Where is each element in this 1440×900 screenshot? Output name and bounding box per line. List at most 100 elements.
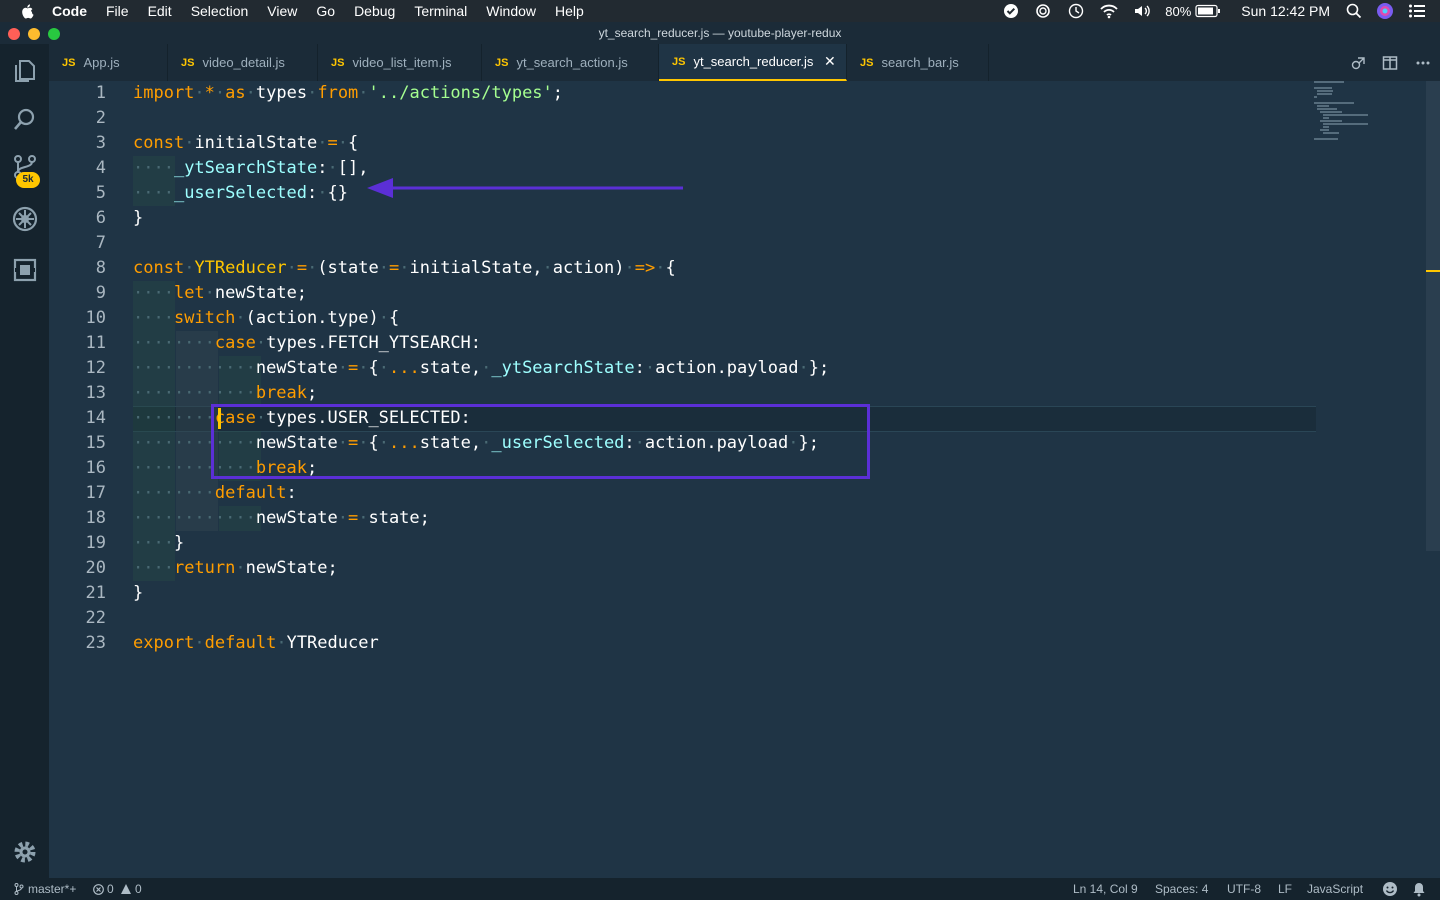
tab-yt-search-reducer-js[interactable]: JS yt_search_reducer.js ✕ bbox=[659, 44, 847, 81]
menu-selection[interactable]: Selection bbox=[191, 0, 249, 22]
explorer-files-icon[interactable] bbox=[12, 58, 38, 84]
language-mode[interactable]: JavaScript bbox=[1307, 878, 1363, 900]
cloud-icon[interactable] bbox=[1033, 3, 1053, 19]
menu-debug[interactable]: Debug bbox=[354, 0, 395, 22]
tab-yt-search-action-js[interactable]: JS yt_search_action.js bbox=[482, 44, 659, 81]
code-editor[interactable]: 1 2 3 4 5 6 7 8 9 10 11 12 13 14 15 16 1… bbox=[49, 81, 1440, 878]
activity-bar: 5k bbox=[0, 44, 49, 878]
split-editor-icon[interactable] bbox=[1382, 55, 1398, 71]
battery-icon[interactable] bbox=[1195, 4, 1221, 18]
extensions-icon[interactable] bbox=[12, 257, 38, 283]
git-branch[interactable]: master*+ bbox=[28, 878, 76, 900]
open-changes-icon[interactable] bbox=[1350, 55, 1366, 71]
tab-label: video_list_item.js bbox=[352, 55, 452, 70]
line-number: 12 bbox=[85, 358, 106, 378]
code-line[interactable]: ············newState·=·state; bbox=[133, 506, 430, 531]
tab-label: yt_search_action.js bbox=[516, 55, 628, 70]
tab-label: yt_search_reducer.js bbox=[693, 54, 814, 69]
code-line[interactable]: ········default: bbox=[133, 481, 297, 506]
menu-view[interactable]: View bbox=[267, 0, 297, 22]
line-number: 9 bbox=[95, 283, 106, 303]
indentation-setting[interactable]: Spaces: 4 bbox=[1155, 878, 1208, 900]
code-line[interactable]: ····return·newState; bbox=[133, 556, 338, 581]
code-line[interactable]: export·default·YTReducer bbox=[133, 631, 379, 656]
code-line[interactable]: ····_userSelected:·{} bbox=[133, 181, 348, 206]
line-number: 1 bbox=[95, 83, 106, 103]
line-number: 10 bbox=[85, 308, 106, 328]
debug-icon[interactable] bbox=[12, 206, 38, 232]
line-number: 11 bbox=[85, 333, 106, 353]
code-line[interactable]: ············newState·=·{·...state,·_ytSe… bbox=[133, 356, 829, 381]
apple-icon[interactable] bbox=[20, 3, 36, 19]
close-window-button[interactable] bbox=[8, 28, 20, 40]
end-of-line[interactable]: LF bbox=[1278, 878, 1292, 900]
js-file-icon: JS bbox=[860, 56, 874, 69]
volume-icon[interactable] bbox=[1133, 3, 1151, 19]
line-number: 14 bbox=[85, 408, 106, 428]
line-number: 4 bbox=[95, 158, 106, 178]
menu-go[interactable]: Go bbox=[316, 0, 335, 22]
more-actions-icon[interactable] bbox=[1415, 55, 1431, 71]
code-line[interactable]: } bbox=[133, 206, 143, 231]
tab-app-js[interactable]: JS App.js bbox=[49, 44, 168, 81]
tab-label: App.js bbox=[83, 55, 120, 70]
feedback-smiley-icon[interactable] bbox=[1382, 881, 1398, 897]
js-file-icon: JS bbox=[181, 56, 195, 69]
check-circle-icon[interactable] bbox=[1003, 3, 1019, 19]
annotation-highlight-box bbox=[211, 404, 870, 479]
menu-file[interactable]: File bbox=[106, 0, 129, 22]
code-line[interactable]: const·YTReducer·=·(state·=·initialState,… bbox=[133, 256, 676, 281]
menu-window[interactable]: Window bbox=[486, 0, 536, 22]
time-machine-icon[interactable] bbox=[1067, 3, 1085, 19]
code-line[interactable]: ········case·types.FETCH_YTSEARCH: bbox=[133, 331, 481, 356]
status-bar: master*+ 0 0 Ln 14, Col 9 Spaces: 4 UTF-… bbox=[0, 878, 1440, 900]
js-file-icon: JS bbox=[495, 56, 509, 69]
error-icon[interactable] bbox=[93, 884, 104, 895]
minimize-window-button[interactable] bbox=[28, 28, 40, 40]
tab-video-list-item-js[interactable]: JS video_list_item.js bbox=[318, 44, 482, 81]
siri-icon[interactable] bbox=[1376, 2, 1394, 20]
warning-count[interactable]: 0 bbox=[135, 878, 142, 900]
warning-icon[interactable] bbox=[120, 883, 132, 895]
code-line[interactable]: ····} bbox=[133, 531, 184, 556]
zoom-window-button[interactable] bbox=[48, 28, 60, 40]
menu-help[interactable]: Help bbox=[555, 0, 584, 22]
menu-code[interactable]: Code bbox=[52, 0, 87, 22]
annotation-arrow bbox=[367, 178, 683, 198]
menu-edit[interactable]: Edit bbox=[148, 0, 172, 22]
notifications-bell-icon[interactable] bbox=[1411, 881, 1427, 897]
settings-gear-icon[interactable] bbox=[12, 839, 38, 865]
menubar-clock[interactable]: Sun 12:42 PM bbox=[1241, 3, 1330, 19]
line-number: 7 bbox=[95, 233, 106, 253]
battery-percent: 80% bbox=[1165, 3, 1192, 19]
wifi-icon[interactable] bbox=[1099, 3, 1119, 19]
editor-scrollbar[interactable] bbox=[1426, 81, 1440, 551]
git-branch-icon[interactable] bbox=[14, 883, 24, 895]
window-title: yt_search_reducer.js — youtube-player-re… bbox=[598, 26, 842, 40]
cursor-position[interactable]: Ln 14, Col 9 bbox=[1073, 878, 1138, 900]
code-line[interactable]: import·*·as·types·from·'../actions/types… bbox=[133, 81, 563, 106]
tab-video-detail-js[interactable]: JS video_detail.js bbox=[168, 44, 318, 81]
line-number: 16 bbox=[85, 458, 106, 478]
code-line[interactable]: ····let·newState; bbox=[133, 281, 307, 306]
line-number: 18 bbox=[85, 508, 106, 528]
line-number: 5 bbox=[95, 183, 106, 203]
code-line[interactable]: const·initialState·=·{ bbox=[133, 131, 358, 156]
menu-terminal[interactable]: Terminal bbox=[414, 0, 467, 22]
error-count[interactable]: 0 bbox=[107, 878, 114, 900]
search-icon[interactable] bbox=[12, 107, 38, 133]
code-line[interactable]: ····switch·(action.type)·{ bbox=[133, 306, 399, 331]
tab-search-bar-js[interactable]: JS search_bar.js bbox=[847, 44, 989, 81]
line-number: 17 bbox=[85, 483, 106, 503]
spotlight-search-icon[interactable] bbox=[1346, 3, 1362, 19]
js-file-icon: JS bbox=[62, 56, 76, 69]
code-line[interactable]: } bbox=[133, 581, 143, 606]
js-file-icon: JS bbox=[331, 56, 345, 69]
notification-center-icon[interactable] bbox=[1408, 3, 1426, 19]
line-number: 20 bbox=[85, 558, 106, 578]
file-encoding[interactable]: UTF-8 bbox=[1227, 878, 1261, 900]
code-line[interactable]: ····_ytSearchState:·[], bbox=[133, 156, 368, 181]
close-tab-icon[interactable]: ✕ bbox=[824, 54, 836, 68]
minimap[interactable] bbox=[1314, 81, 1394, 141]
code-line[interactable]: ············break; bbox=[133, 381, 317, 406]
